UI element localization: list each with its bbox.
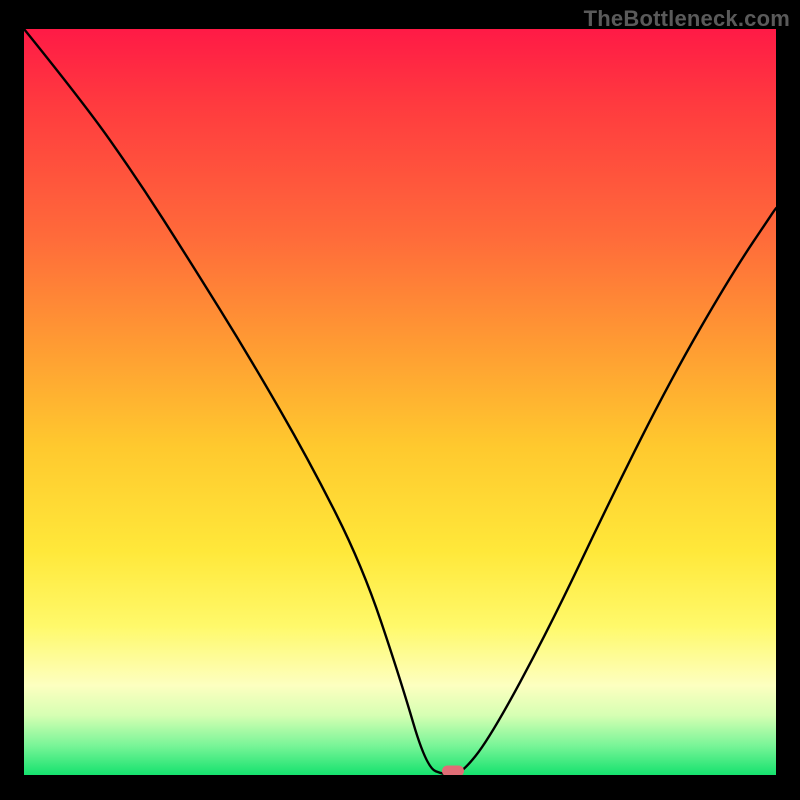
bottleneck-curve-path [24,29,776,775]
chart-frame: TheBottleneck.com [0,0,800,800]
curve-svg [24,29,776,775]
watermark-text: TheBottleneck.com [584,6,790,32]
optimal-marker [442,766,464,775]
plot-area [24,29,776,775]
